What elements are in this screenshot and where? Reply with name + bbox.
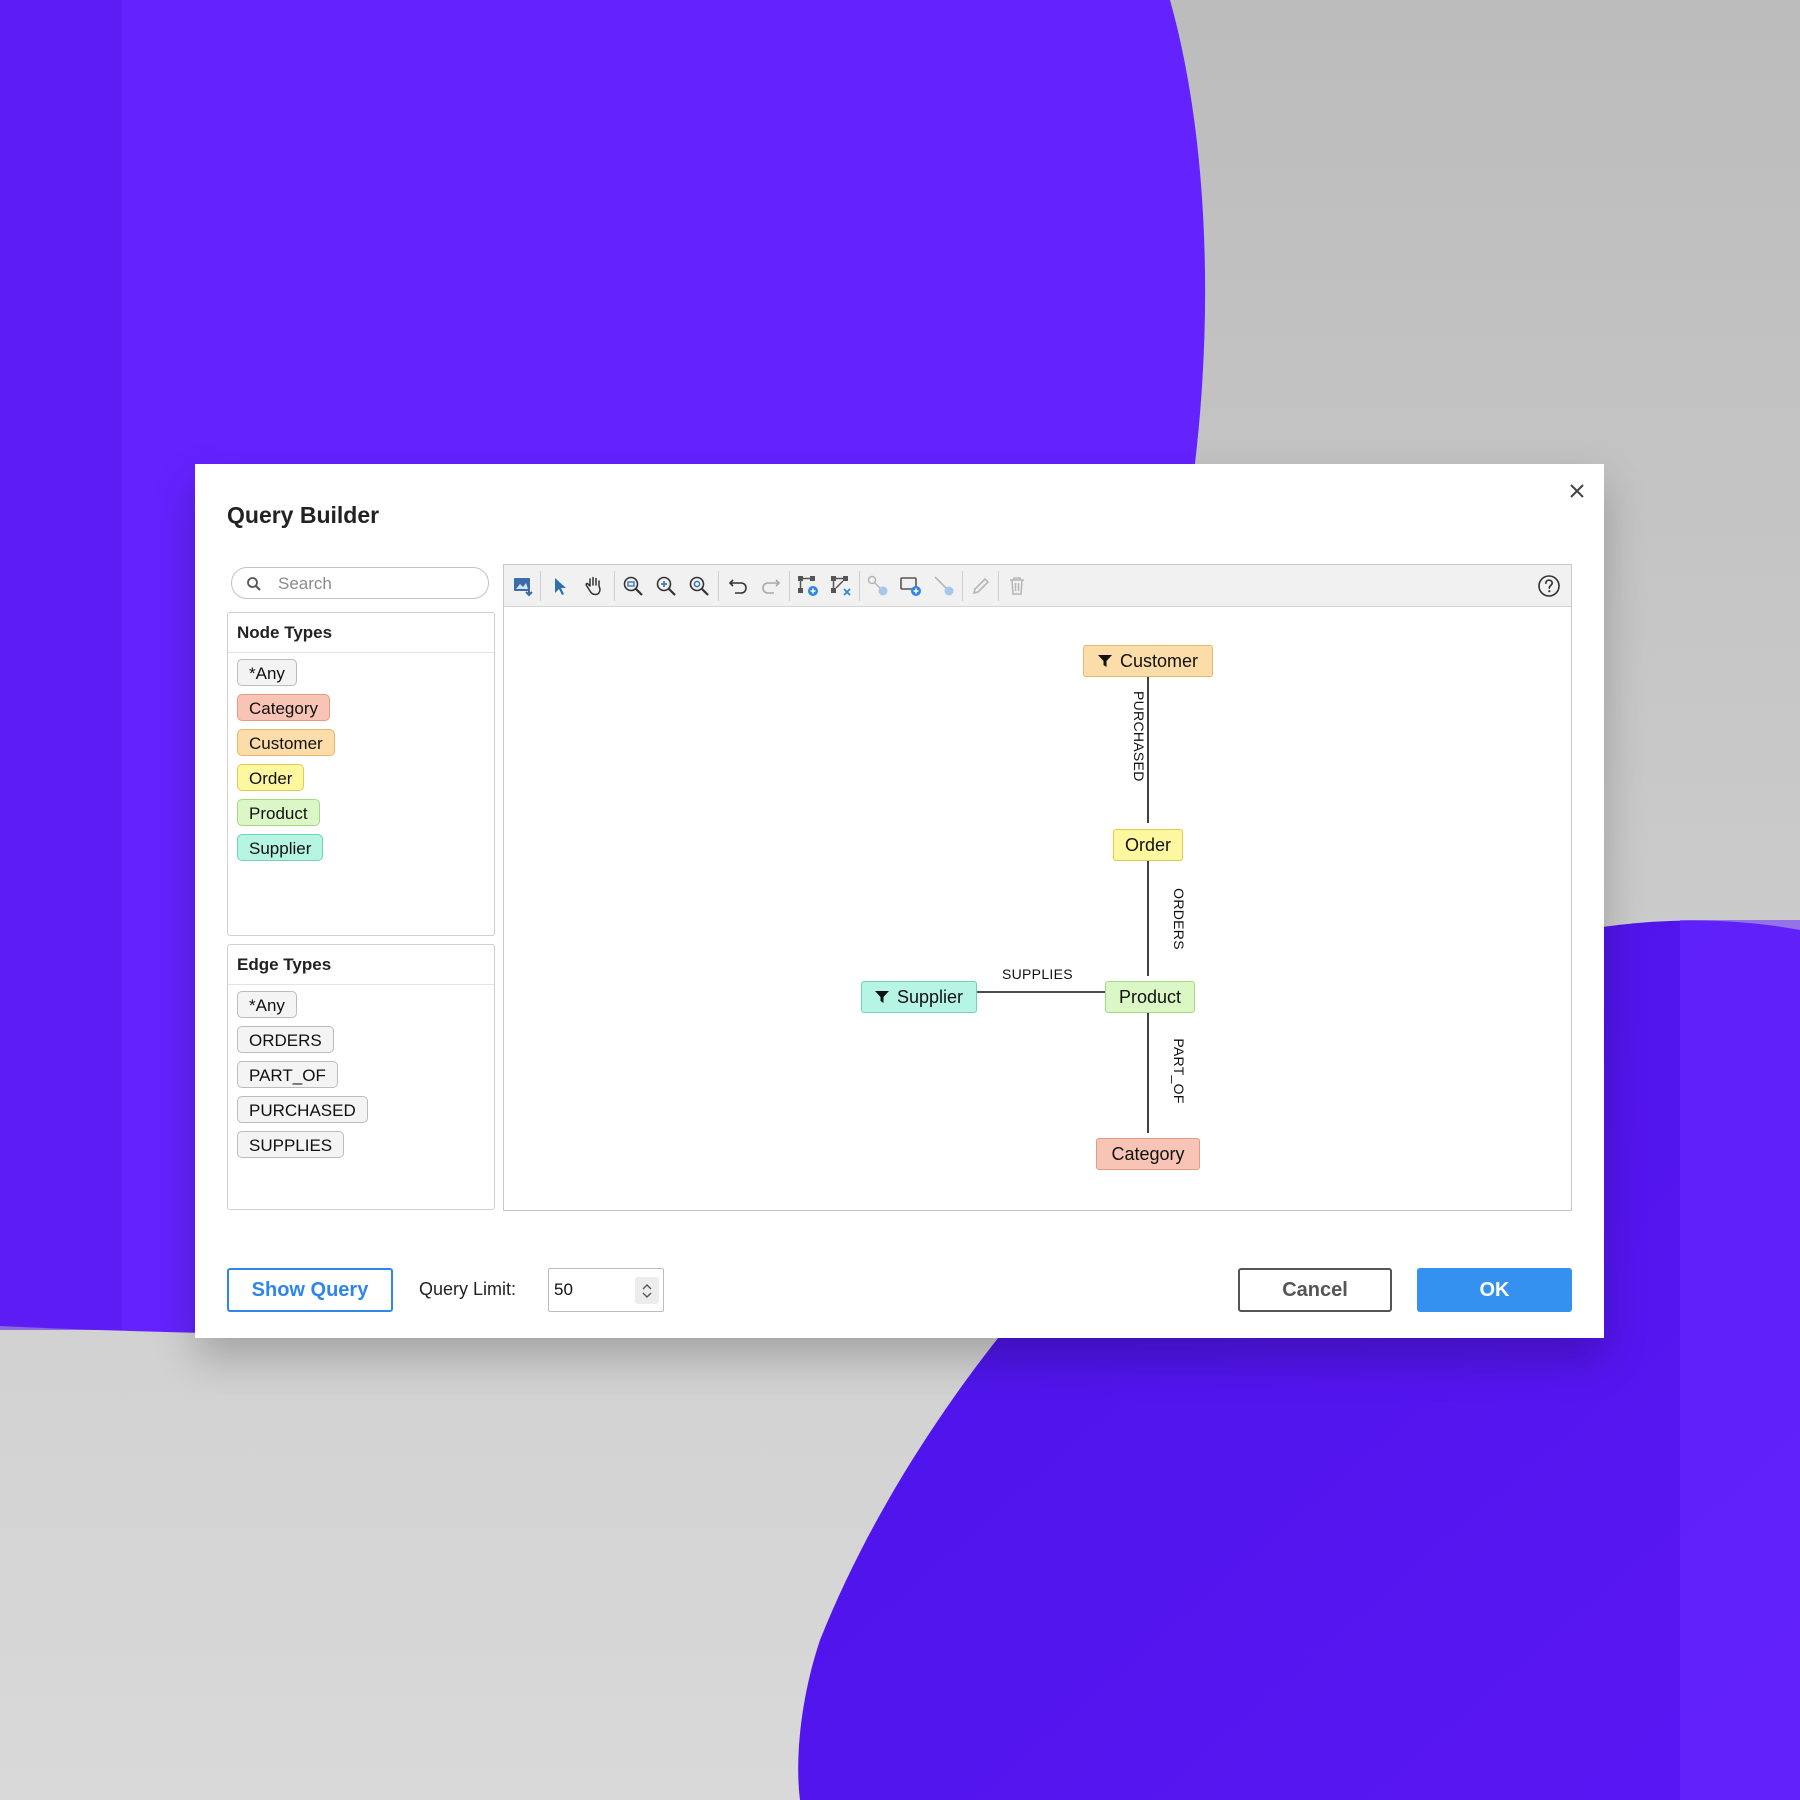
edit-icon xyxy=(972,577,990,595)
add-edge-icon xyxy=(831,576,851,596)
node-product[interactable]: Product xyxy=(1105,981,1195,1013)
search-input[interactable] xyxy=(276,572,480,596)
help-icon xyxy=(1538,575,1560,597)
pan-hand-icon xyxy=(585,576,601,596)
node-category-label: Category xyxy=(1111,1144,1185,1164)
node-order-label: Order xyxy=(1124,835,1171,855)
node-type-list: *Any Category Customer Order Product Supplier xyxy=(228,653,494,861)
node-customer[interactable]: Customer xyxy=(1083,645,1213,677)
pan-hand-button[interactable] xyxy=(581,573,607,599)
node-type-any[interactable]: *Any xyxy=(237,659,297,686)
redo-button[interactable] xyxy=(758,573,784,599)
connect-icon xyxy=(934,576,954,596)
close-icon xyxy=(1570,484,1584,498)
node-type-customer[interactable]: Customer xyxy=(237,729,335,756)
query-graph[interactable]: PURCHASED ORDERS SUPPLIES PART_OF Custom… xyxy=(504,607,1571,1210)
link-node-button[interactable] xyxy=(865,573,891,599)
edge-label-purchased: PURCHASED xyxy=(1131,691,1147,782)
edge-type-purchased[interactable]: PURCHASED xyxy=(237,1096,368,1123)
edge-label-supplies: SUPPLIES xyxy=(1002,966,1073,982)
export-image-button[interactable] xyxy=(510,573,536,599)
filter-icon xyxy=(1097,655,1112,667)
node-product-label: Product xyxy=(1118,987,1182,1007)
select-pointer-icon xyxy=(555,578,566,595)
edge-type-orders[interactable]: ORDERS xyxy=(237,1026,334,1053)
edge-type-list: *Any ORDERS PART_OF PURCHASED SUPPLIES xyxy=(228,985,494,1158)
add-node-button[interactable] xyxy=(795,573,821,599)
node-types-panel: Node Types *Any Category Customer Order Prod… xyxy=(227,612,495,936)
query-limit-stepper[interactable]: 50 xyxy=(548,1268,664,1312)
ok-button[interactable]: OK xyxy=(1417,1268,1572,1312)
search-box xyxy=(231,567,489,599)
query-limit-value[interactable]: 50 xyxy=(554,1280,573,1300)
redo-icon xyxy=(762,579,781,594)
edge-label-orders: ORDERS xyxy=(1171,888,1187,950)
edit-button[interactable] xyxy=(968,573,994,599)
query-builder-dialog: Query Builder Node Types *Any Category Cus… xyxy=(195,464,1604,1338)
graph-canvas[interactable]: PURCHASED ORDERS SUPPLIES PART_OF Custom… xyxy=(503,564,1572,1211)
cancel-button[interactable]: Cancel xyxy=(1238,1268,1392,1312)
search-icon xyxy=(247,577,261,591)
add-edge-button[interactable] xyxy=(828,573,854,599)
node-type-product[interactable]: Product xyxy=(237,799,320,826)
show-query-button[interactable]: Show Query xyxy=(227,1268,393,1312)
delete-button[interactable] xyxy=(1004,573,1030,599)
spinner-arrows-icon xyxy=(642,1283,652,1298)
edge-type-supplies[interactable]: SUPPLIES xyxy=(237,1131,345,1158)
node-types-heading: Node Types xyxy=(228,613,494,653)
zoom-reset-icon xyxy=(689,576,709,596)
new-node-button[interactable] xyxy=(898,573,924,599)
zoom-in-button[interactable] xyxy=(653,573,679,599)
undo-icon xyxy=(728,579,747,594)
node-supplier-label: Supplier xyxy=(896,987,964,1007)
zoom-reset-button[interactable] xyxy=(686,573,712,599)
edge-type-part-of[interactable]: PART_OF xyxy=(237,1061,338,1088)
add-node-icon xyxy=(798,576,818,596)
edge-types-heading: Edge Types xyxy=(228,945,494,985)
select-pointer-button[interactable] xyxy=(547,573,573,599)
delete-icon xyxy=(1010,577,1024,595)
edge-types-panel: Edge Types *Any ORDERS PART_OF PURCHASED SUP… xyxy=(227,944,495,1210)
node-type-supplier[interactable]: Supplier xyxy=(237,834,324,861)
query-limit-label: Query Limit: xyxy=(419,1279,517,1299)
link-node-icon xyxy=(867,575,888,596)
canvas-toolbar xyxy=(504,565,1571,607)
new-node-icon xyxy=(900,577,921,596)
node-order[interactable]: Order xyxy=(1113,829,1183,861)
filter-icon xyxy=(874,991,889,1003)
node-customer-label: Customer xyxy=(1119,651,1199,671)
graph-edges xyxy=(974,669,1149,1133)
export-image-icon xyxy=(514,578,533,597)
zoom-in-icon xyxy=(656,576,676,596)
node-type-order[interactable]: Order xyxy=(237,764,305,791)
edge-label-part-of: PART_OF xyxy=(1171,1038,1187,1104)
zoom-fit-icon xyxy=(623,576,643,596)
edge-type-any[interactable]: *Any xyxy=(237,991,297,1018)
connect-button[interactable] xyxy=(931,573,957,599)
help-button[interactable] xyxy=(1536,573,1562,599)
zoom-fit-button[interactable] xyxy=(620,573,646,599)
query-limit-spinner[interactable] xyxy=(635,1277,659,1304)
undo-button[interactable] xyxy=(725,573,751,599)
node-supplier[interactable]: Supplier xyxy=(861,981,977,1013)
node-category[interactable]: Category xyxy=(1096,1138,1200,1170)
close-button[interactable] xyxy=(1564,478,1590,504)
dialog-title: Query Builder xyxy=(227,502,380,528)
node-type-category[interactable]: Category xyxy=(237,694,330,721)
